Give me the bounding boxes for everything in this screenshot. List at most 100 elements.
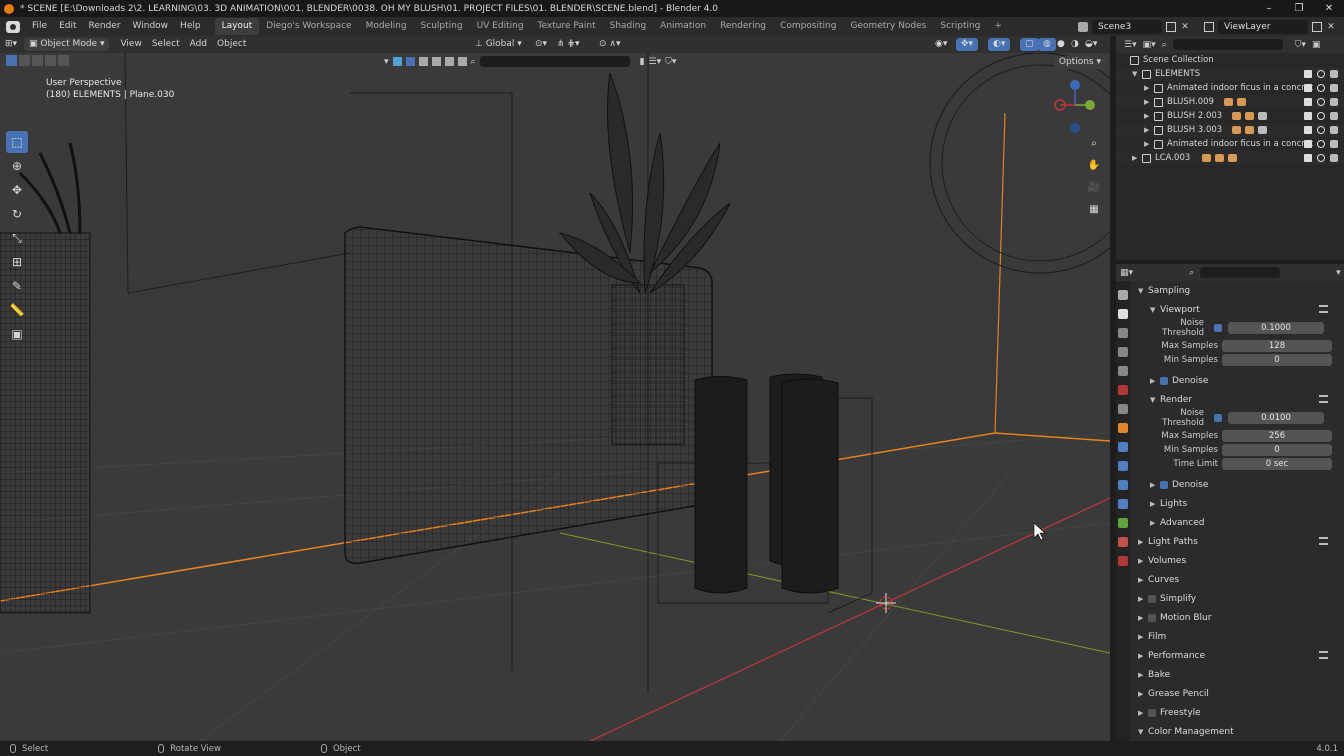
- section-sampling[interactable]: ▼ Sampling: [1138, 281, 1342, 300]
- outliner-item-blush-3-003[interactable]: ▶ BLUSH 3.003: [1116, 123, 1344, 137]
- overlay-empty-icon[interactable]: [444, 57, 454, 66]
- exclude-checkbox[interactable]: [1304, 126, 1312, 134]
- exclude-checkbox[interactable]: [1304, 98, 1312, 106]
- select-mode-new-icon[interactable]: [6, 55, 17, 66]
- viewport-min-samples-field[interactable]: 0: [1222, 354, 1332, 366]
- xray-toggle-icon[interactable]: ▢: [1020, 38, 1039, 51]
- overlay-light-icon[interactable]: [418, 57, 428, 66]
- overlay-toggle-icon[interactable]: ◐▾: [988, 38, 1011, 51]
- section-volumes[interactable]: ▶ Volumes: [1138, 551, 1342, 570]
- texture-tab-icon[interactable]: [1118, 556, 1128, 566]
- add-cube-tool-icon[interactable]: ▣: [6, 323, 28, 345]
- close-button[interactable]: ✕: [1314, 0, 1344, 17]
- viewport-noise-threshold-checkbox[interactable]: [1214, 324, 1222, 332]
- exclude-checkbox[interactable]: [1304, 140, 1312, 148]
- proportional-editing-icon[interactable]: ⊙ ∧▾: [594, 38, 626, 51]
- viewport-search-field[interactable]: [479, 56, 630, 67]
- exclude-checkbox[interactable]: [1304, 154, 1312, 162]
- eye-icon[interactable]: [1317, 140, 1325, 148]
- select-mode-intersect-icon[interactable]: [58, 55, 69, 66]
- select-mode-subtract-icon[interactable]: [32, 55, 43, 66]
- overlay-camera-icon[interactable]: [431, 57, 441, 66]
- presets-icon[interactable]: [1319, 395, 1328, 403]
- display-mode-icon[interactable]: ▣▾: [1143, 40, 1156, 50]
- outliner-search-field[interactable]: [1172, 39, 1283, 50]
- object-type-icon[interactable]: [392, 57, 402, 66]
- outliner-item-blush-009[interactable]: ▶ BLUSH.009: [1116, 95, 1344, 109]
- view-layer-selector[interactable]: ViewLayer: [1218, 19, 1308, 34]
- select-mode-invert-icon[interactable]: [45, 55, 56, 66]
- menu-help[interactable]: Help: [174, 17, 207, 36]
- render-noise-threshold-checkbox[interactable]: [1214, 414, 1222, 422]
- outliner-item-elements[interactable]: ▼ ELEMENTS: [1116, 67, 1344, 81]
- section-simplify[interactable]: ▶ Simplify: [1138, 589, 1342, 608]
- collection-tab-icon[interactable]: [1118, 404, 1128, 414]
- menu-file[interactable]: File: [26, 17, 53, 36]
- menu-window[interactable]: Window: [127, 17, 175, 36]
- section-render-denoise[interactable]: ▶ Denoise: [1138, 475, 1342, 494]
- render-camera-icon[interactable]: [1330, 112, 1338, 120]
- editor-type-icon[interactable]: ⊞▾: [0, 38, 24, 51]
- render-camera-icon[interactable]: [1330, 70, 1338, 78]
- expand-arrow-icon[interactable]: ▼: [1132, 70, 1142, 78]
- visibility-icon[interactable]: ◉▾: [930, 38, 952, 51]
- delete-scene-icon[interactable]: ✕: [1180, 22, 1190, 32]
- section-light-paths[interactable]: ▶ Light Paths: [1138, 532, 1342, 551]
- menu-render[interactable]: Render: [83, 17, 127, 36]
- eye-icon[interactable]: [1317, 98, 1325, 106]
- scene-collection-row[interactable]: Scene Collection: [1116, 53, 1344, 67]
- section-film[interactable]: ▶ Film: [1138, 627, 1342, 646]
- tab-scripting[interactable]: Scripting: [933, 18, 987, 35]
- scene-tab-icon[interactable]: [1118, 366, 1128, 376]
- eye-icon[interactable]: [1317, 154, 1325, 162]
- cursor-tool-icon[interactable]: ⊕: [6, 155, 28, 177]
- section-curves[interactable]: ▶ Curves: [1138, 570, 1342, 589]
- presets-icon[interactable]: [1319, 537, 1328, 545]
- eye-icon[interactable]: [1317, 126, 1325, 134]
- render-time-limit-field[interactable]: 0 sec: [1222, 458, 1332, 470]
- menu-add[interactable]: Add: [185, 38, 212, 51]
- new-scene-icon[interactable]: [1166, 21, 1176, 32]
- options-button[interactable]: Options ▾: [1053, 56, 1106, 69]
- camera-view-icon[interactable]: 🎥: [1085, 179, 1103, 197]
- new-view-layer-icon[interactable]: [1312, 21, 1322, 32]
- add-workspace-button[interactable]: +: [987, 18, 1009, 35]
- outliner-filter-icon[interactable]: ⛉▾: [1295, 40, 1306, 50]
- outliner-item-blush-2-003[interactable]: ▶ BLUSH 2.003: [1116, 109, 1344, 123]
- tab-uv-editing[interactable]: UV Editing: [470, 18, 531, 35]
- presets-icon[interactable]: [1319, 305, 1328, 313]
- tab-compositing[interactable]: Compositing: [773, 18, 843, 35]
- bookmark-icon[interactable]: ▮: [640, 57, 645, 67]
- scene-selector[interactable]: Scene3: [1092, 19, 1162, 34]
- tab-shading[interactable]: Shading: [603, 18, 654, 35]
- render-noise-threshold-field[interactable]: 0.0100: [1228, 412, 1324, 424]
- menu-edit[interactable]: Edit: [53, 17, 82, 36]
- render-tab-icon[interactable]: [1118, 309, 1128, 319]
- motion-blur-checkbox[interactable]: [1148, 613, 1156, 622]
- viewport-search-icon[interactable]: ⌕: [471, 57, 476, 67]
- measure-tool-icon[interactable]: 📏: [6, 299, 28, 321]
- world-tab-icon[interactable]: [1118, 385, 1128, 395]
- tab-geometry-nodes[interactable]: Geometry Nodes: [843, 18, 933, 35]
- expand-arrow-icon[interactable]: ▶: [1144, 126, 1154, 134]
- gizmo-toggle-icon[interactable]: ✥▾: [956, 38, 979, 51]
- expand-arrow-icon[interactable]: ▶: [1144, 98, 1154, 106]
- render-max-samples-field[interactable]: 256: [1222, 430, 1332, 442]
- move-tool-icon[interactable]: ✥: [6, 179, 28, 201]
- section-viewport-denoise[interactable]: ▶ Denoise: [1138, 371, 1342, 390]
- section-advanced[interactable]: ▶ Advanced: [1138, 513, 1342, 532]
- eye-icon[interactable]: [1317, 112, 1325, 120]
- render-min-samples-field[interactable]: 0: [1222, 444, 1332, 456]
- tab-modeling[interactable]: Modeling: [359, 18, 414, 35]
- viewport-max-samples-field[interactable]: 128: [1222, 340, 1332, 352]
- blender-menu-icon[interactable]: [6, 20, 20, 33]
- simplify-checkbox[interactable]: [1148, 594, 1156, 603]
- section-lights[interactable]: ▶ Lights: [1138, 494, 1342, 513]
- modifier-tab-icon[interactable]: [1118, 442, 1128, 452]
- tab-layout[interactable]: Layout: [214, 18, 260, 35]
- scale-tool-icon[interactable]: ⤡: [6, 227, 28, 249]
- presets-icon[interactable]: [1319, 651, 1328, 659]
- 3d-viewport[interactable]: User Perspective (180) ELEMENTS | Plane.…: [0, 53, 1110, 741]
- tab-animation[interactable]: Animation: [653, 18, 713, 35]
- viewport-denoise-checkbox[interactable]: [1160, 376, 1168, 385]
